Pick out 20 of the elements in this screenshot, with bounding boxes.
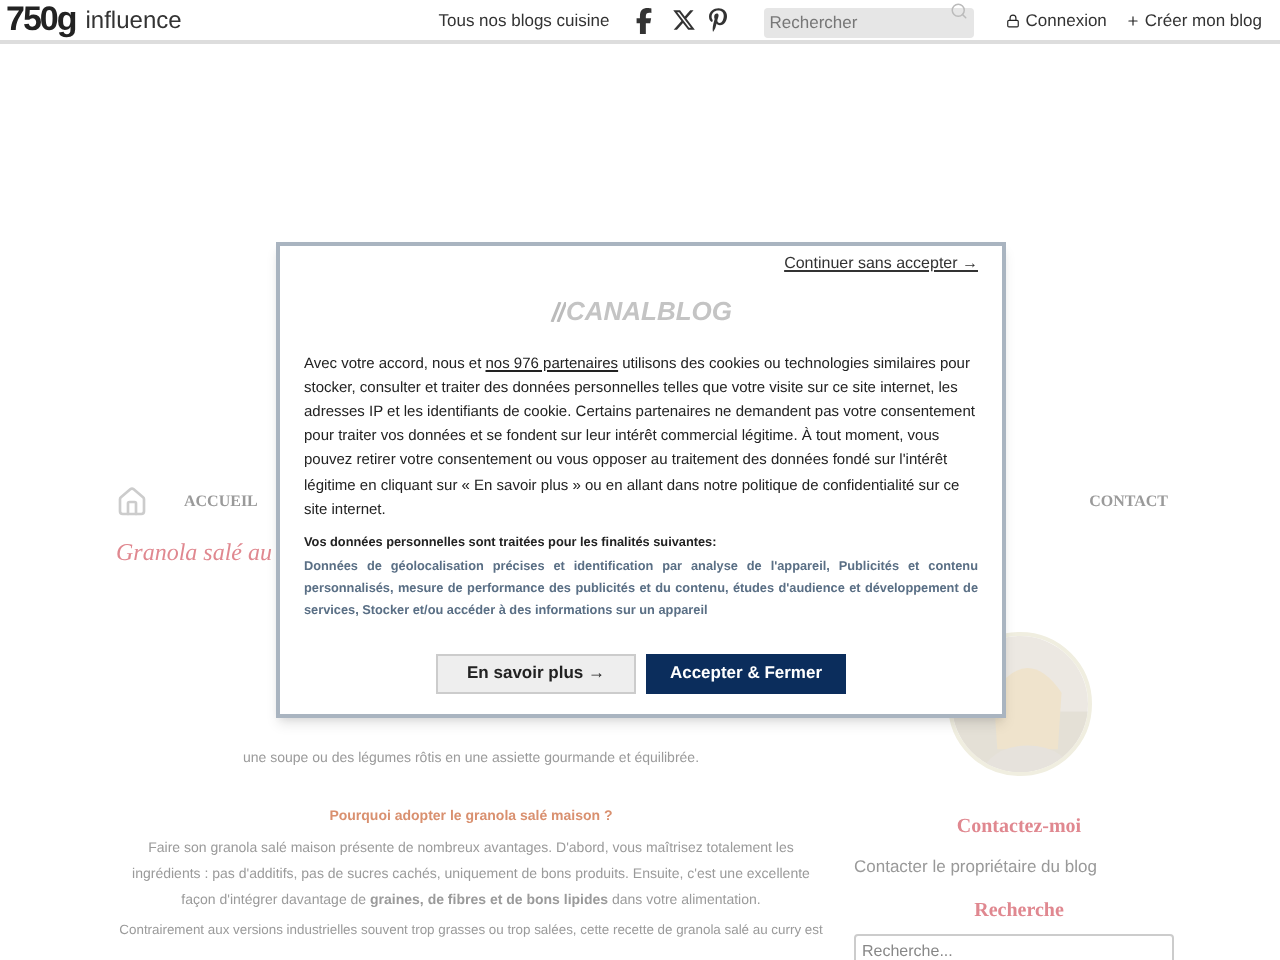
article-title: Granola salé au xyxy=(116,536,272,570)
login-link[interactable]: Connexion xyxy=(1025,7,1107,33)
lock-icon xyxy=(1005,13,1020,27)
logo-number[interactable]: 750g xyxy=(6,0,76,46)
slash-icon xyxy=(549,301,566,322)
pinterest-icon[interactable] xyxy=(707,8,728,32)
sidebar-title: Recherche xyxy=(974,897,1064,926)
logo-word[interactable]: influence xyxy=(85,2,182,38)
blogs-link[interactable]: Tous nos blogs cuisine xyxy=(438,7,610,33)
facebook-icon[interactable] xyxy=(633,7,654,33)
x-icon[interactable] xyxy=(671,8,696,32)
plus-icon xyxy=(1126,13,1141,27)
create-blog-link[interactable]: Créer mon blog xyxy=(1144,7,1262,33)
search-field[interactable]: Rechercher xyxy=(763,7,974,37)
canalblog-logo: CANALBLOG xyxy=(565,294,733,330)
sidebar-search-field[interactable]: Recherche... xyxy=(854,933,1174,960)
sidebar-title: Contactez-moi xyxy=(956,814,1082,842)
more-info-button[interactable]: En savoir plus → xyxy=(436,653,636,694)
continue-link[interactable]: Continuer sans accepter → xyxy=(784,252,978,276)
accept-button[interactable]: Accepter & Fermer xyxy=(646,653,846,694)
